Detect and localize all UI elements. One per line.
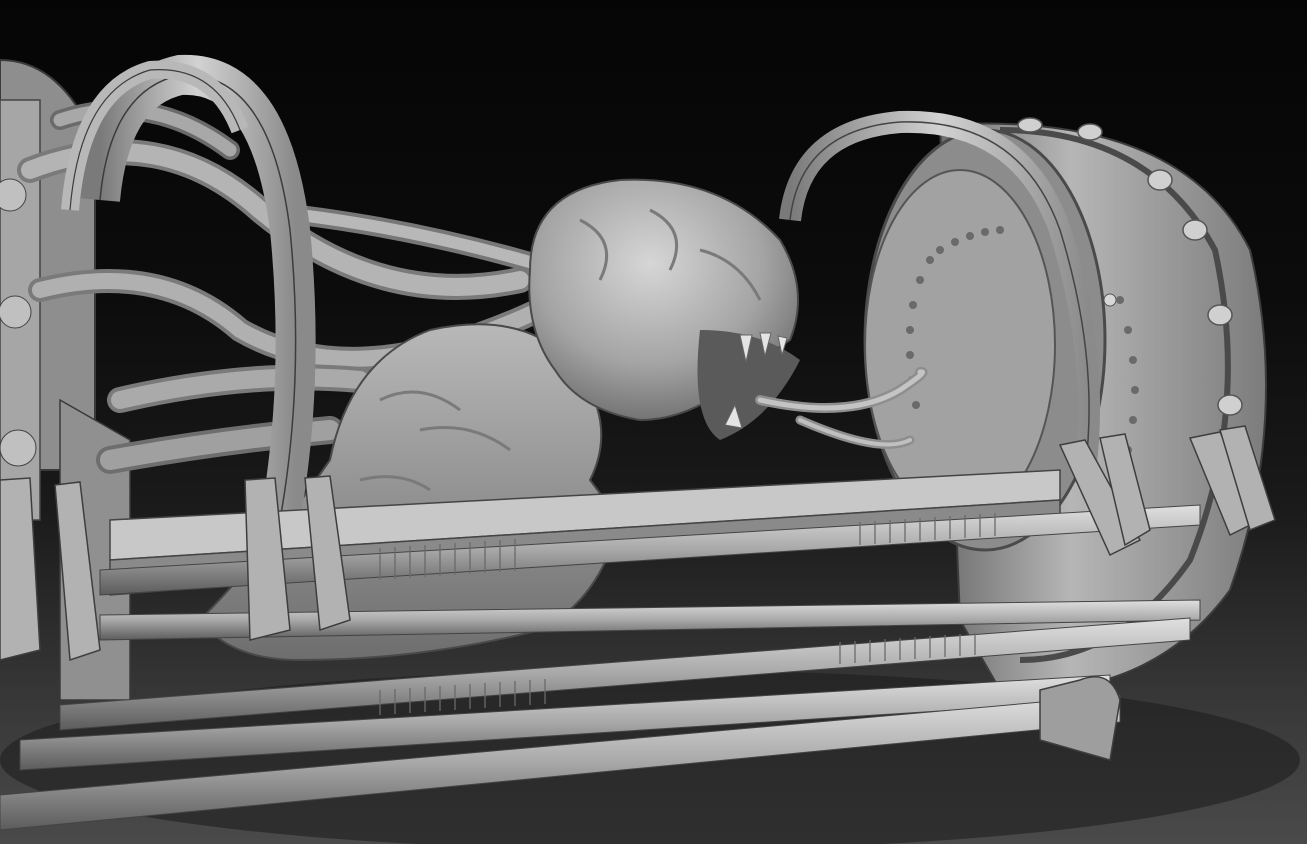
- sculpt-render: [0, 54, 1300, 844]
- sculpt-viewport[interactable]: [0, 0, 1307, 844]
